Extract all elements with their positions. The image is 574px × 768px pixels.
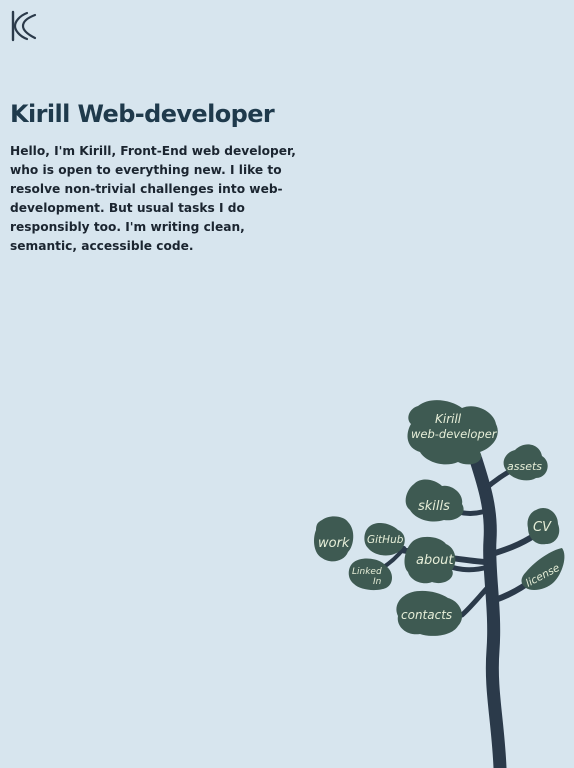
intro-text: Hello, I'm Kirill, Front-End web develop… (10, 144, 296, 253)
tree-leaf-linkedin[interactable]: Linked In (348, 558, 392, 591)
tree-leaf-home[interactable]: Kirill web-developer (407, 400, 498, 465)
tree-leaf-assets[interactable]: assets (503, 444, 548, 481)
logo-ks[interactable]: KS (10, 10, 38, 42)
skills-label: skills (418, 499, 450, 514)
page: KS Kirill Web-developer Hello, I'm Kiril… (0, 0, 574, 768)
github-label: GitHub (367, 534, 404, 546)
tree-leaf-contacts[interactable]: contacts (396, 590, 463, 636)
tree-top-label-line1: Kirill (435, 412, 462, 426)
tree-leaf-license[interactable]: license (521, 548, 565, 590)
tree-leaf-skills[interactable]: skills (405, 479, 464, 522)
assets-label: assets (507, 460, 542, 473)
cv-label: CV (533, 520, 552, 535)
contacts-label: contacts (401, 608, 452, 622)
work-label: work (318, 536, 350, 551)
navigation-tree: Kirill web-developer assets skills CV wo… (314, 400, 565, 768)
tree-top-label-line2: web-developer (411, 427, 498, 441)
tree-leaf-work[interactable]: work (314, 516, 354, 562)
linkedin-label-line1: Linked (352, 567, 382, 577)
tree-leaf-about[interactable]: about (404, 536, 456, 584)
tree-leaf-cv[interactable]: CV (527, 507, 560, 545)
tree-leaf-github[interactable]: GitHub (364, 523, 405, 556)
linkedin-label-line2: In (373, 577, 382, 587)
page-title: Kirill Web-developer (10, 100, 275, 128)
about-label: about (416, 553, 454, 568)
